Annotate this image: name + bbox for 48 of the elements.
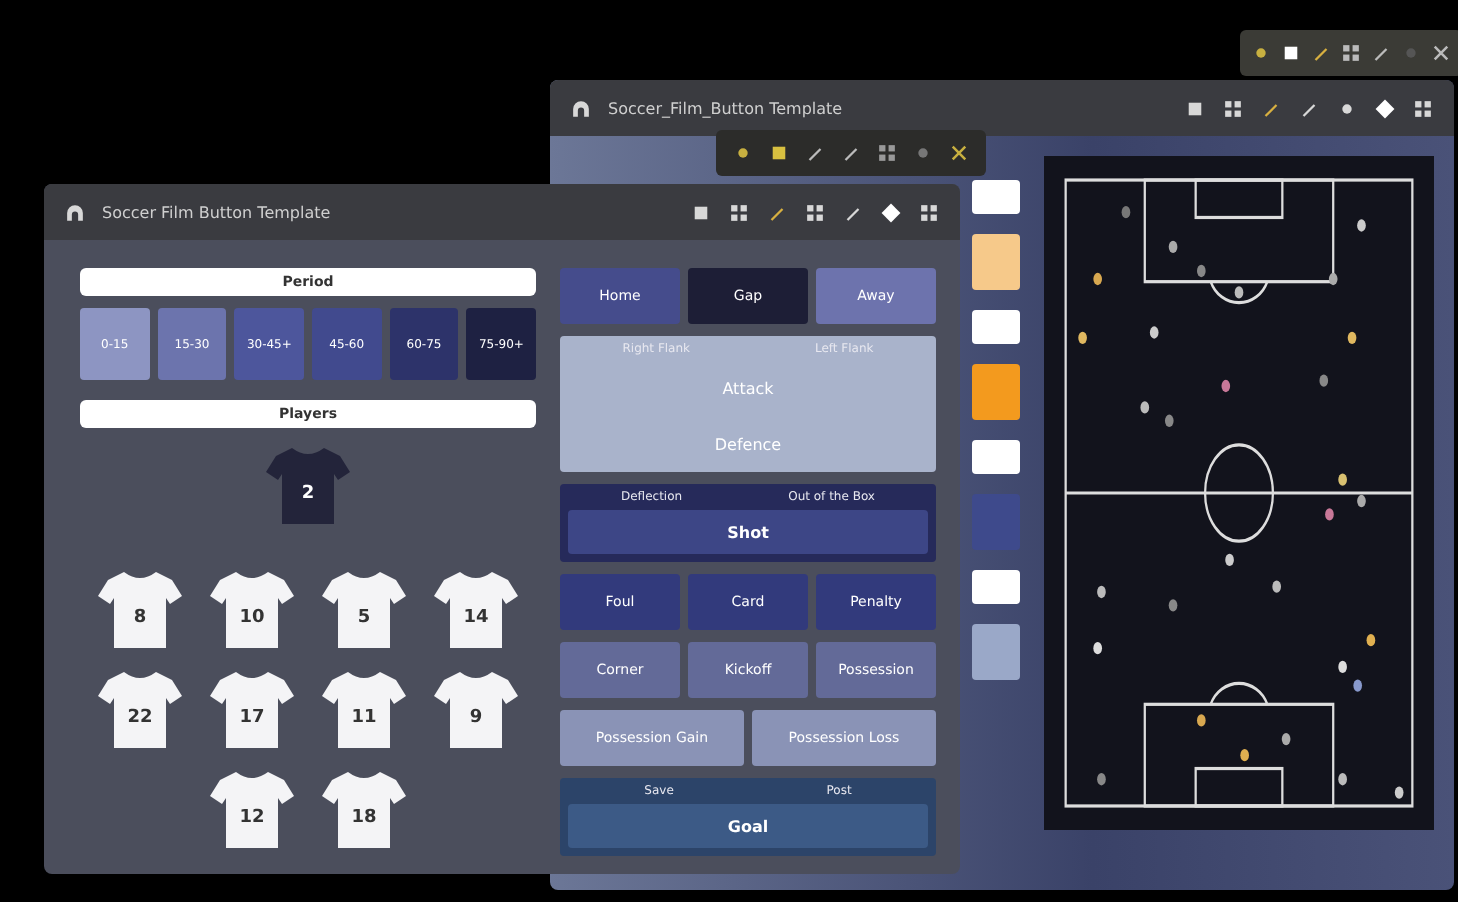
shot-button[interactable]: Shot	[568, 510, 928, 554]
pencil-icon[interactable]	[1370, 42, 1392, 64]
color-swatch[interactable]	[972, 234, 1020, 290]
square-icon[interactable]	[768, 142, 790, 164]
dot-icon[interactable]	[912, 142, 934, 164]
square-icon[interactable]	[1280, 42, 1302, 64]
grid-icon[interactable]	[804, 201, 826, 223]
home-icon[interactable]	[570, 97, 592, 119]
square-icon[interactable]	[1184, 97, 1206, 119]
color-swatch[interactable]	[972, 624, 1020, 680]
jersey-button[interactable]: 17	[208, 668, 296, 752]
jersey-button[interactable]: 11	[320, 668, 408, 752]
pencil-icon[interactable]	[804, 142, 826, 164]
grid-icon[interactable]	[1222, 97, 1244, 119]
jersey-button[interactable]: 18	[320, 768, 408, 852]
dot-icon[interactable]	[732, 142, 754, 164]
color-swatch[interactable]	[972, 570, 1020, 604]
jersey-button[interactable]: 5	[320, 568, 408, 652]
close-icon[interactable]	[1430, 42, 1452, 64]
color-swatch[interactable]	[972, 440, 1020, 474]
diamond-icon[interactable]	[1374, 97, 1396, 119]
window-title: Soccer_Film_Button Template	[608, 99, 845, 117]
pencil-icon[interactable]	[1310, 42, 1332, 64]
jersey-button[interactable]: 2	[264, 444, 352, 528]
grid-icon[interactable]	[876, 142, 898, 164]
home-icon[interactable]	[64, 201, 86, 223]
grid-icon[interactable]	[1340, 42, 1362, 64]
color-swatch[interactable]	[972, 494, 1020, 550]
square-icon[interactable]	[690, 201, 712, 223]
jersey-button[interactable]: 9	[432, 668, 520, 752]
jersey-button[interactable]: 10	[208, 568, 296, 652]
window-title: Soccer Film Button Template	[102, 203, 333, 221]
color-swatch[interactable]	[972, 364, 1020, 420]
close-icon[interactable]	[948, 142, 970, 164]
diamond-icon[interactable]	[880, 201, 902, 223]
jersey-button[interactable]: 22	[96, 668, 184, 752]
jersey-button[interactable]: 12	[208, 768, 296, 852]
color-swatch[interactable]	[972, 180, 1020, 214]
pencil-icon[interactable]	[840, 142, 862, 164]
dot-icon[interactable]	[1400, 42, 1422, 64]
jersey-button[interactable]: 14	[432, 568, 520, 652]
grid-icon[interactable]	[728, 201, 750, 223]
color-swatch[interactable]	[972, 310, 1020, 344]
jersey-button[interactable]: 8	[96, 568, 184, 652]
goal-button[interactable]: Goal	[568, 804, 928, 848]
grid-icon[interactable]	[1412, 97, 1434, 119]
grid-icon[interactable]	[918, 201, 940, 223]
dot-icon[interactable]	[1250, 42, 1272, 64]
